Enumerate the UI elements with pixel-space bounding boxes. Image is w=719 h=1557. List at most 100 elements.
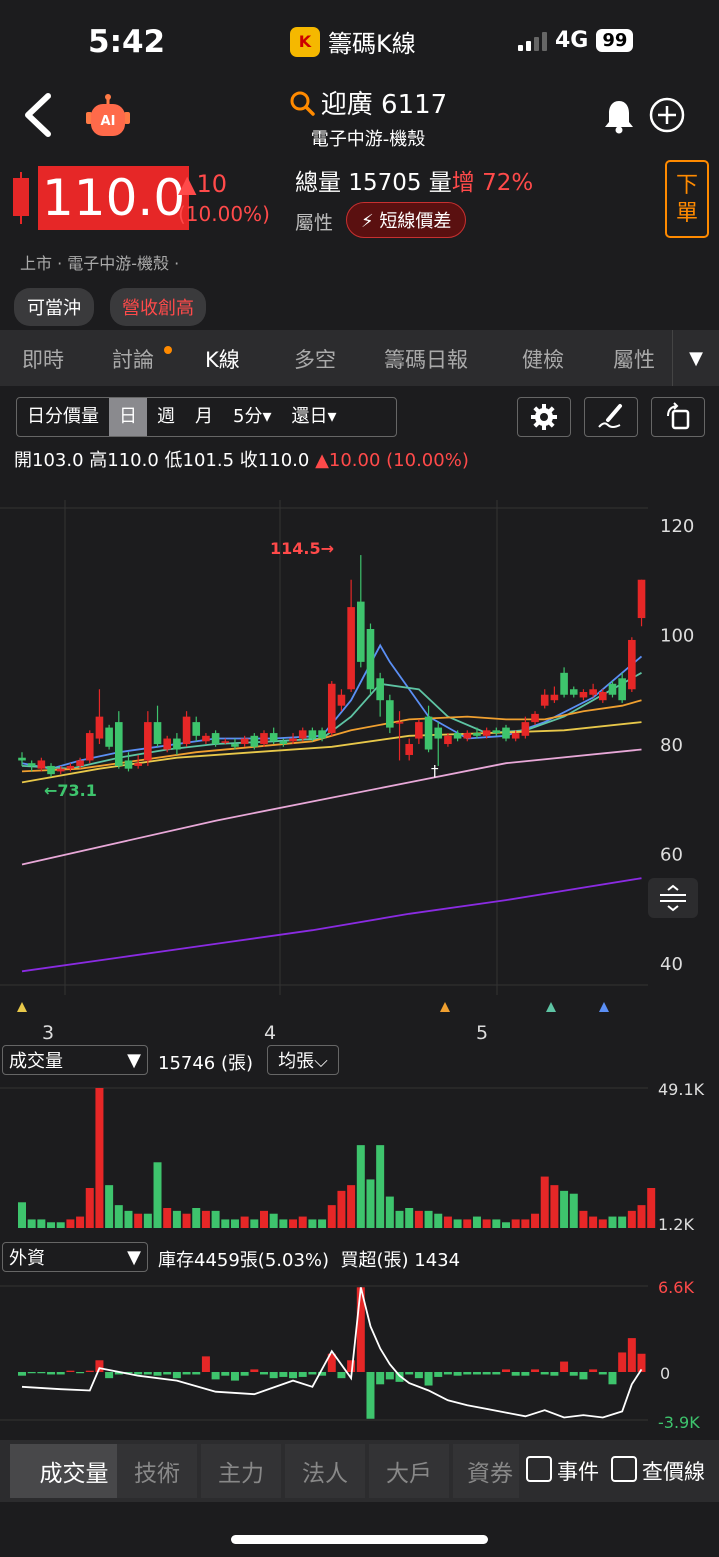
order-button[interactable]: 下單 <box>665 160 709 238</box>
candle[interactable] <box>347 579 355 692</box>
candle[interactable] <box>153 705 162 747</box>
candle[interactable] <box>376 672 384 717</box>
price-line-checkbox[interactable] <box>611 1456 637 1482</box>
tab-bull-bear[interactable]: 多空 <box>294 344 336 374</box>
candle[interactable] <box>134 754 142 769</box>
tag-revenue-high[interactable]: 營收創高 <box>110 288 206 326</box>
candle[interactable] <box>327 681 336 736</box>
foreign-net-bar <box>405 1372 414 1375</box>
tab-kline[interactable]: K線 <box>205 344 240 374</box>
ai-robot-icon[interactable]: AI <box>82 94 134 140</box>
candle[interactable] <box>560 667 568 698</box>
candle[interactable] <box>434 722 443 766</box>
tab-realtime[interactable]: 即時 <box>22 344 64 374</box>
attribute-badge[interactable]: ⚡ 短線價差 <box>346 202 467 238</box>
candle[interactable] <box>569 686 578 698</box>
candle[interactable] <box>85 730 94 764</box>
candle[interactable] <box>502 724 510 742</box>
candle[interactable] <box>182 711 191 747</box>
btab-main-force[interactable]: 主力 <box>201 1444 281 1498</box>
event-marker-icon[interactable] <box>599 1002 609 1012</box>
candle[interactable] <box>618 672 626 703</box>
candle[interactable] <box>579 689 588 701</box>
add-watchlist-icon[interactable] <box>648 96 686 134</box>
candle[interactable] <box>415 719 423 745</box>
btab-big-holders[interactable]: 大戶 <box>369 1444 449 1498</box>
main-tabs: 即時 討論 K線 多空 籌碼日報 健檢 屬性 <box>0 330 719 386</box>
candle[interactable] <box>240 735 249 747</box>
event-marker-icon[interactable] <box>546 1002 556 1012</box>
search-icon[interactable] <box>289 90 315 116</box>
candle[interactable] <box>192 716 201 742</box>
draw-button[interactable] <box>584 397 638 437</box>
foreign-net-bar <box>308 1372 317 1375</box>
settings-button[interactable] <box>517 397 571 437</box>
candle[interactable] <box>47 763 55 777</box>
tab-attributes[interactable]: 屬性 <box>613 344 655 374</box>
home-indicator[interactable] <box>231 1535 488 1544</box>
volume-bar <box>463 1219 472 1228</box>
tag-day-trade[interactable]: 可當沖 <box>14 288 94 326</box>
lightning-icon: ⚡ <box>361 211 374 232</box>
tab-discussion[interactable]: 討論 <box>112 344 154 374</box>
rotate-button[interactable] <box>651 397 705 437</box>
candle[interactable] <box>540 689 549 709</box>
volume-bar <box>608 1216 617 1228</box>
foreign-net-bar <box>337 1372 346 1379</box>
foreign-net-bar <box>66 1370 75 1372</box>
tab-health-check[interactable]: 健檢 <box>522 344 564 374</box>
candlestick-chart[interactable]: 120 100 80 60 40 114.5→ ←73.1 † <box>0 490 719 1020</box>
foreign-net-bar <box>201 1356 210 1372</box>
candle[interactable] <box>531 711 539 725</box>
candle[interactable] <box>386 694 394 734</box>
btab-margin[interactable]: 資券 <box>453 1444 519 1498</box>
candle[interactable] <box>27 760 36 772</box>
candle[interactable] <box>105 724 113 750</box>
x-tick-4: 4 <box>264 1022 277 1044</box>
avg-lot-button[interactable]: 均張⌵ <box>267 1045 339 1075</box>
scale-handle-icon[interactable] <box>648 878 698 918</box>
candle[interactable] <box>357 555 365 668</box>
candle[interactable] <box>637 579 646 627</box>
candle[interactable] <box>202 733 210 745</box>
period-month[interactable]: 月 <box>185 398 223 436</box>
foreign-net-chart[interactable] <box>0 1280 719 1430</box>
event-marker-icon[interactable] <box>440 1002 450 1012</box>
foreign-net-bar <box>618 1352 627 1372</box>
period-week[interactable]: 週 <box>147 398 185 436</box>
candle[interactable] <box>260 730 268 747</box>
candle[interactable] <box>95 689 104 745</box>
candle[interactable] <box>173 733 181 755</box>
candle[interactable] <box>405 738 413 761</box>
volume-bar <box>492 1219 501 1228</box>
back-arrow-icon[interactable] <box>20 92 60 138</box>
candle[interactable] <box>492 727 501 736</box>
period-5min[interactable]: 5分▾ <box>223 398 282 436</box>
bell-icon[interactable] <box>602 98 636 134</box>
period-intraday[interactable]: 日分價量 <box>17 398 109 436</box>
chevron-down-icon: ▼ <box>127 1049 141 1071</box>
candle[interactable] <box>395 711 404 761</box>
candle[interactable] <box>144 711 152 766</box>
candle[interactable] <box>628 637 636 692</box>
volume-bar <box>76 1216 85 1228</box>
period-adjust[interactable]: 還日▾ <box>282 398 347 436</box>
volume-bar <box>550 1185 559 1228</box>
candle[interactable] <box>115 711 123 769</box>
candle[interactable] <box>550 686 559 703</box>
event-checkbox[interactable] <box>526 1456 552 1482</box>
volume-chart[interactable] <box>0 1080 719 1230</box>
foreign-indicator-select[interactable]: 外資 ▼ <box>2 1242 148 1272</box>
foreign-net-bar <box>143 1372 152 1375</box>
tab-chips-daily[interactable]: 籌碼日報 <box>384 344 468 374</box>
volume-indicator-select[interactable]: 成交量 ▼ <box>2 1045 148 1075</box>
btab-institutional[interactable]: 法人 <box>285 1444 365 1498</box>
candle[interactable] <box>37 757 46 772</box>
tab-more-dropdown[interactable]: ▼ <box>672 330 719 386</box>
candle[interactable] <box>366 623 375 695</box>
stock-title[interactable]: 迎廣 6117 電子中游-機殼 <box>283 84 453 151</box>
period-day[interactable]: 日 <box>109 398 147 436</box>
event-marker-icon[interactable] <box>17 1002 27 1012</box>
btab-technical[interactable]: 技術 <box>117 1444 197 1498</box>
candle[interactable] <box>463 730 472 742</box>
